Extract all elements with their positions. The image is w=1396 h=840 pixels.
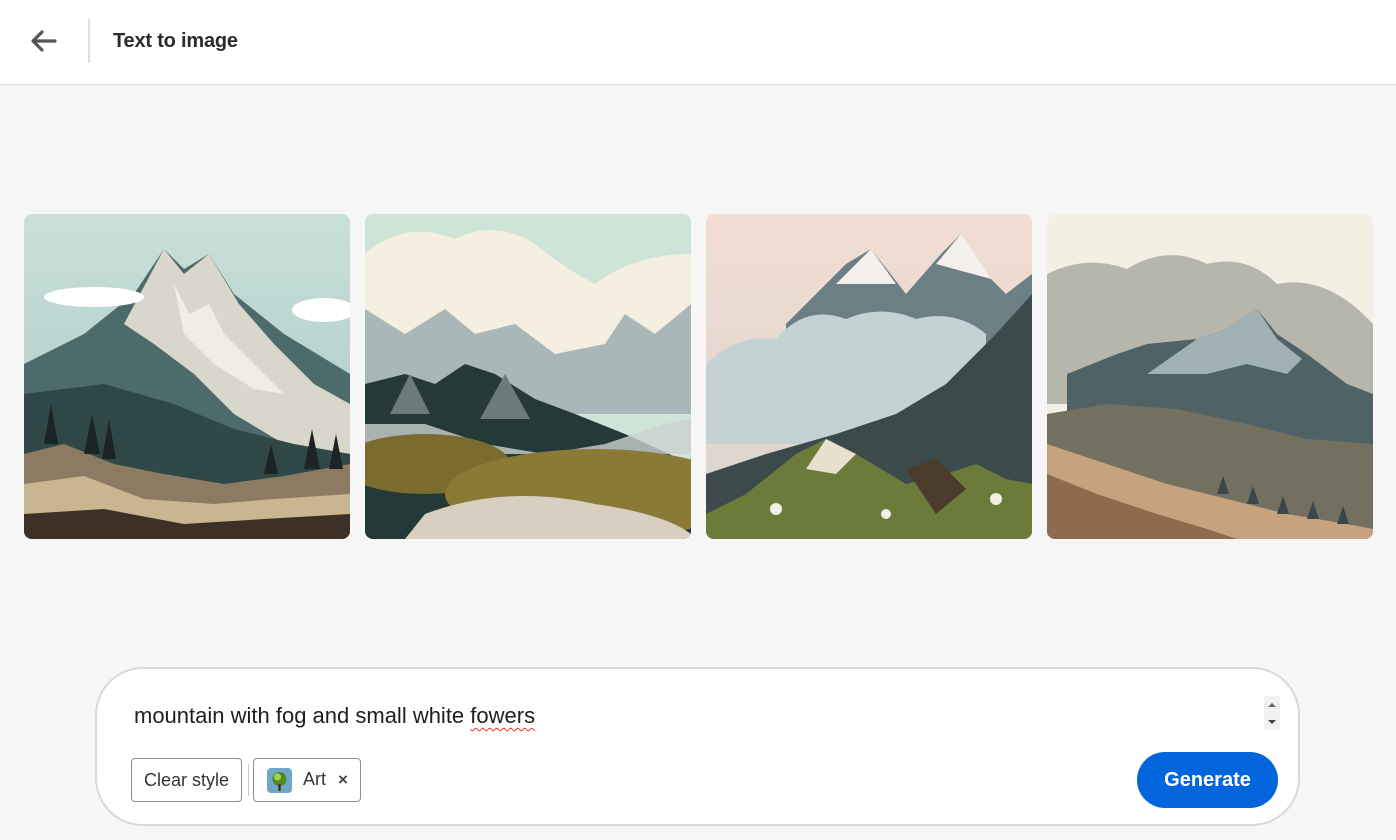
mountain-image-2 <box>365 214 691 539</box>
clear-style-button[interactable]: Clear style <box>131 758 242 802</box>
scroll-up-button[interactable] <box>1264 696 1280 713</box>
header-divider <box>88 19 90 63</box>
misspelled-word: fowers <box>470 703 536 728</box>
prompt-panel: mountain with fog and small white fowers… <box>95 667 1300 826</box>
arrow-left-icon <box>31 30 57 52</box>
app-header: Text to image <box>0 0 1396 85</box>
generate-button[interactable]: Generate <box>1137 752 1278 808</box>
generated-image-1[interactable] <box>24 214 350 539</box>
close-icon[interactable]: × <box>334 770 352 790</box>
generated-image-4[interactable] <box>1047 214 1373 539</box>
art-style-thumbnail <box>267 768 292 793</box>
mountain-image-4 <box>1047 214 1373 539</box>
generated-image-3[interactable] <box>706 214 1032 539</box>
page-title: Text to image <box>113 30 238 52</box>
caret-down-icon <box>1268 719 1276 724</box>
mountain-image-3 <box>706 214 1032 539</box>
chip-separator <box>248 764 249 796</box>
prompt-text-main: mountain with fog and small white <box>134 703 471 728</box>
prompt-input[interactable]: mountain with fog and small white fowers <box>134 702 1234 732</box>
back-button[interactable] <box>22 22 66 60</box>
style-chip-art[interactable]: Art × <box>253 758 361 802</box>
prompt-scroll-stepper <box>1264 696 1280 730</box>
style-chip-label: Art <box>303 769 327 789</box>
scroll-down-button[interactable] <box>1264 713 1280 730</box>
caret-up-icon <box>1268 702 1276 707</box>
generated-image-2[interactable] <box>365 214 691 539</box>
mountain-image-1 <box>24 214 350 539</box>
image-gallery <box>24 214 1373 539</box>
